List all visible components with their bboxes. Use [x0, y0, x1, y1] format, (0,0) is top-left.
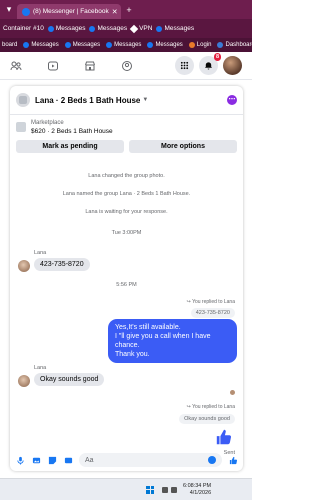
window-menu-icon[interactable]: ▾	[4, 4, 14, 15]
profile-icon[interactable]	[121, 60, 133, 72]
messenger-icon	[156, 25, 163, 32]
addr-bookmark-3[interactable]: Messages	[156, 25, 194, 32]
marketplace-panel: Marketplace $620 · 2 Beds 1 Bath House M…	[10, 115, 243, 153]
account-avatar[interactable]	[223, 56, 242, 75]
bookmarks-bar: board Messages Messages Messages Message…	[0, 38, 264, 52]
vpn-button[interactable]: VPN	[129, 24, 152, 33]
container-toolbar: Container #10 Messages Messages VPN Mess…	[0, 19, 252, 38]
vpn-icon	[129, 24, 139, 33]
bookmark-login[interactable]: Login	[188, 42, 211, 48]
thumbs-up-message[interactable]	[215, 428, 233, 448]
volume-icon[interactable]	[171, 486, 177, 493]
outgoing-line: I "ll give you a call when I have chance…	[115, 333, 211, 349]
browser-tab[interactable]: (8) Messenger | Facebook ✕	[17, 4, 121, 19]
microphone-icon[interactable]	[15, 455, 25, 465]
dashboard-icon	[217, 42, 224, 48]
friends-icon[interactable]	[10, 60, 22, 72]
bookmark-messages-1[interactable]: Messages	[23, 42, 59, 48]
more-options-icon[interactable]: ⋯	[227, 95, 237, 105]
chat-title[interactable]: Lana · 2 Beds 1 Bath House	[35, 96, 140, 105]
messenger-icon	[89, 25, 96, 32]
clock-date: 4/1/2026	[189, 489, 212, 496]
thumbs-up-icon	[216, 429, 232, 445]
tab-title: (8) Messenger | Facebook	[33, 8, 109, 15]
facebook-top-nav: 8	[0, 52, 252, 80]
like-icon[interactable]	[228, 455, 238, 465]
sender-name: Lana	[34, 250, 47, 256]
marketplace-label: Marketplace	[31, 120, 64, 126]
messenger-icon	[23, 42, 30, 48]
message-placeholder: Aa	[85, 456, 94, 464]
incoming-message[interactable]: Okay sounds good	[34, 373, 105, 386]
quoted-message[interactable]: Okay sounds good	[179, 414, 235, 424]
sticker-icon[interactable]	[47, 455, 57, 465]
reply-note: ↪ You replied to Lana	[186, 404, 235, 410]
chat-window: Lana · 2 Beds 1 Bath House ▼ ⋯ Marketpla…	[10, 86, 243, 471]
system-message: Lana changed the group photo.	[88, 173, 165, 179]
marketplace-icon[interactable]	[84, 60, 96, 72]
listing-title[interactable]: $620 · 2 Beds 1 Bath House	[31, 128, 113, 135]
gif-icon[interactable]	[63, 455, 73, 465]
message-input[interactable]: Aa	[79, 453, 222, 467]
new-tab-icon[interactable]: +	[124, 5, 134, 15]
listing-thumbnail[interactable]	[16, 122, 26, 132]
sender-name: Lana	[34, 365, 47, 371]
incoming-message[interactable]: 423-735-8720	[34, 258, 90, 271]
browser-tab-bar: ▾ (8) Messenger | Facebook ✕ +	[0, 0, 252, 19]
system-message: Lana is waiting for your response.	[85, 209, 168, 215]
system-tray	[162, 486, 177, 493]
addr-bookmark-2[interactable]: Messages	[89, 25, 127, 32]
taskbar-clock[interactable]: 6:08:34 PM 4/1/2026	[183, 483, 211, 497]
lana-avatar[interactable]	[18, 260, 30, 272]
messenger-icon	[106, 42, 113, 48]
notifications-button[interactable]: 8	[199, 53, 221, 75]
video-icon[interactable]	[47, 60, 59, 72]
login-icon	[188, 42, 195, 48]
bookmark-partial[interactable]: board	[2, 42, 17, 48]
outgoing-message[interactable]: Yes,It's still available. I "ll give you…	[108, 319, 237, 363]
lana-avatar[interactable]	[18, 375, 30, 387]
mark-as-pending-button[interactable]: Mark as pending	[16, 140, 124, 153]
read-receipt-avatar	[230, 390, 235, 395]
bookmark-messages-4[interactable]: Messages	[147, 42, 183, 48]
windows-start-icon[interactable]	[146, 485, 154, 494]
outgoing-line: Yes,It's still available.	[115, 324, 181, 331]
more-options-button[interactable]: More options	[129, 140, 237, 153]
container-label[interactable]: Container #10	[3, 25, 44, 32]
bookmark-dashboard[interactable]: Dashboard	[217, 42, 255, 48]
bookmarks-overflow-icon[interactable]: »	[261, 42, 264, 48]
emoji-icon[interactable]	[208, 456, 216, 464]
addr-bookmark-1[interactable]: Messages	[47, 25, 85, 32]
messenger-icon	[147, 42, 154, 48]
notification-badge: 8	[213, 53, 221, 61]
messenger-icon	[64, 42, 71, 48]
taskbar: 6:08:34 PM 4/1/2026	[0, 478, 252, 500]
system-message: Lana named the group Lana · 2 Beds 1 Bat…	[62, 191, 191, 197]
bell-icon	[204, 62, 213, 70]
group-avatar[interactable]	[16, 93, 30, 107]
close-tab-icon[interactable]: ✕	[112, 8, 118, 16]
chat-header: Lana · 2 Beds 1 Bath House ▼ ⋯	[10, 86, 243, 115]
timestamp: Tue 3:00PM	[111, 230, 142, 236]
reply-note: ↪ You replied to Lana	[186, 299, 235, 305]
quoted-message[interactable]: 423-735-8720	[190, 308, 235, 318]
clock-time: 6:08:34 PM	[183, 482, 212, 489]
chevron-down-icon[interactable]: ▼	[142, 97, 148, 103]
outgoing-line: Thank you.	[115, 351, 150, 358]
image-icon[interactable]	[31, 455, 41, 465]
bookmark-messages-3[interactable]: Messages	[106, 42, 141, 48]
messenger-icon	[47, 25, 54, 32]
composer-bar: Aa	[10, 449, 243, 471]
grid-icon	[180, 61, 189, 70]
bookmark-messages-2[interactable]: Messages	[64, 42, 100, 48]
menu-grid-button[interactable]	[175, 56, 194, 75]
messenger-favicon-icon	[22, 7, 30, 16]
timestamp: 5:56 PM	[116, 282, 137, 288]
network-icon[interactable]	[162, 486, 168, 493]
